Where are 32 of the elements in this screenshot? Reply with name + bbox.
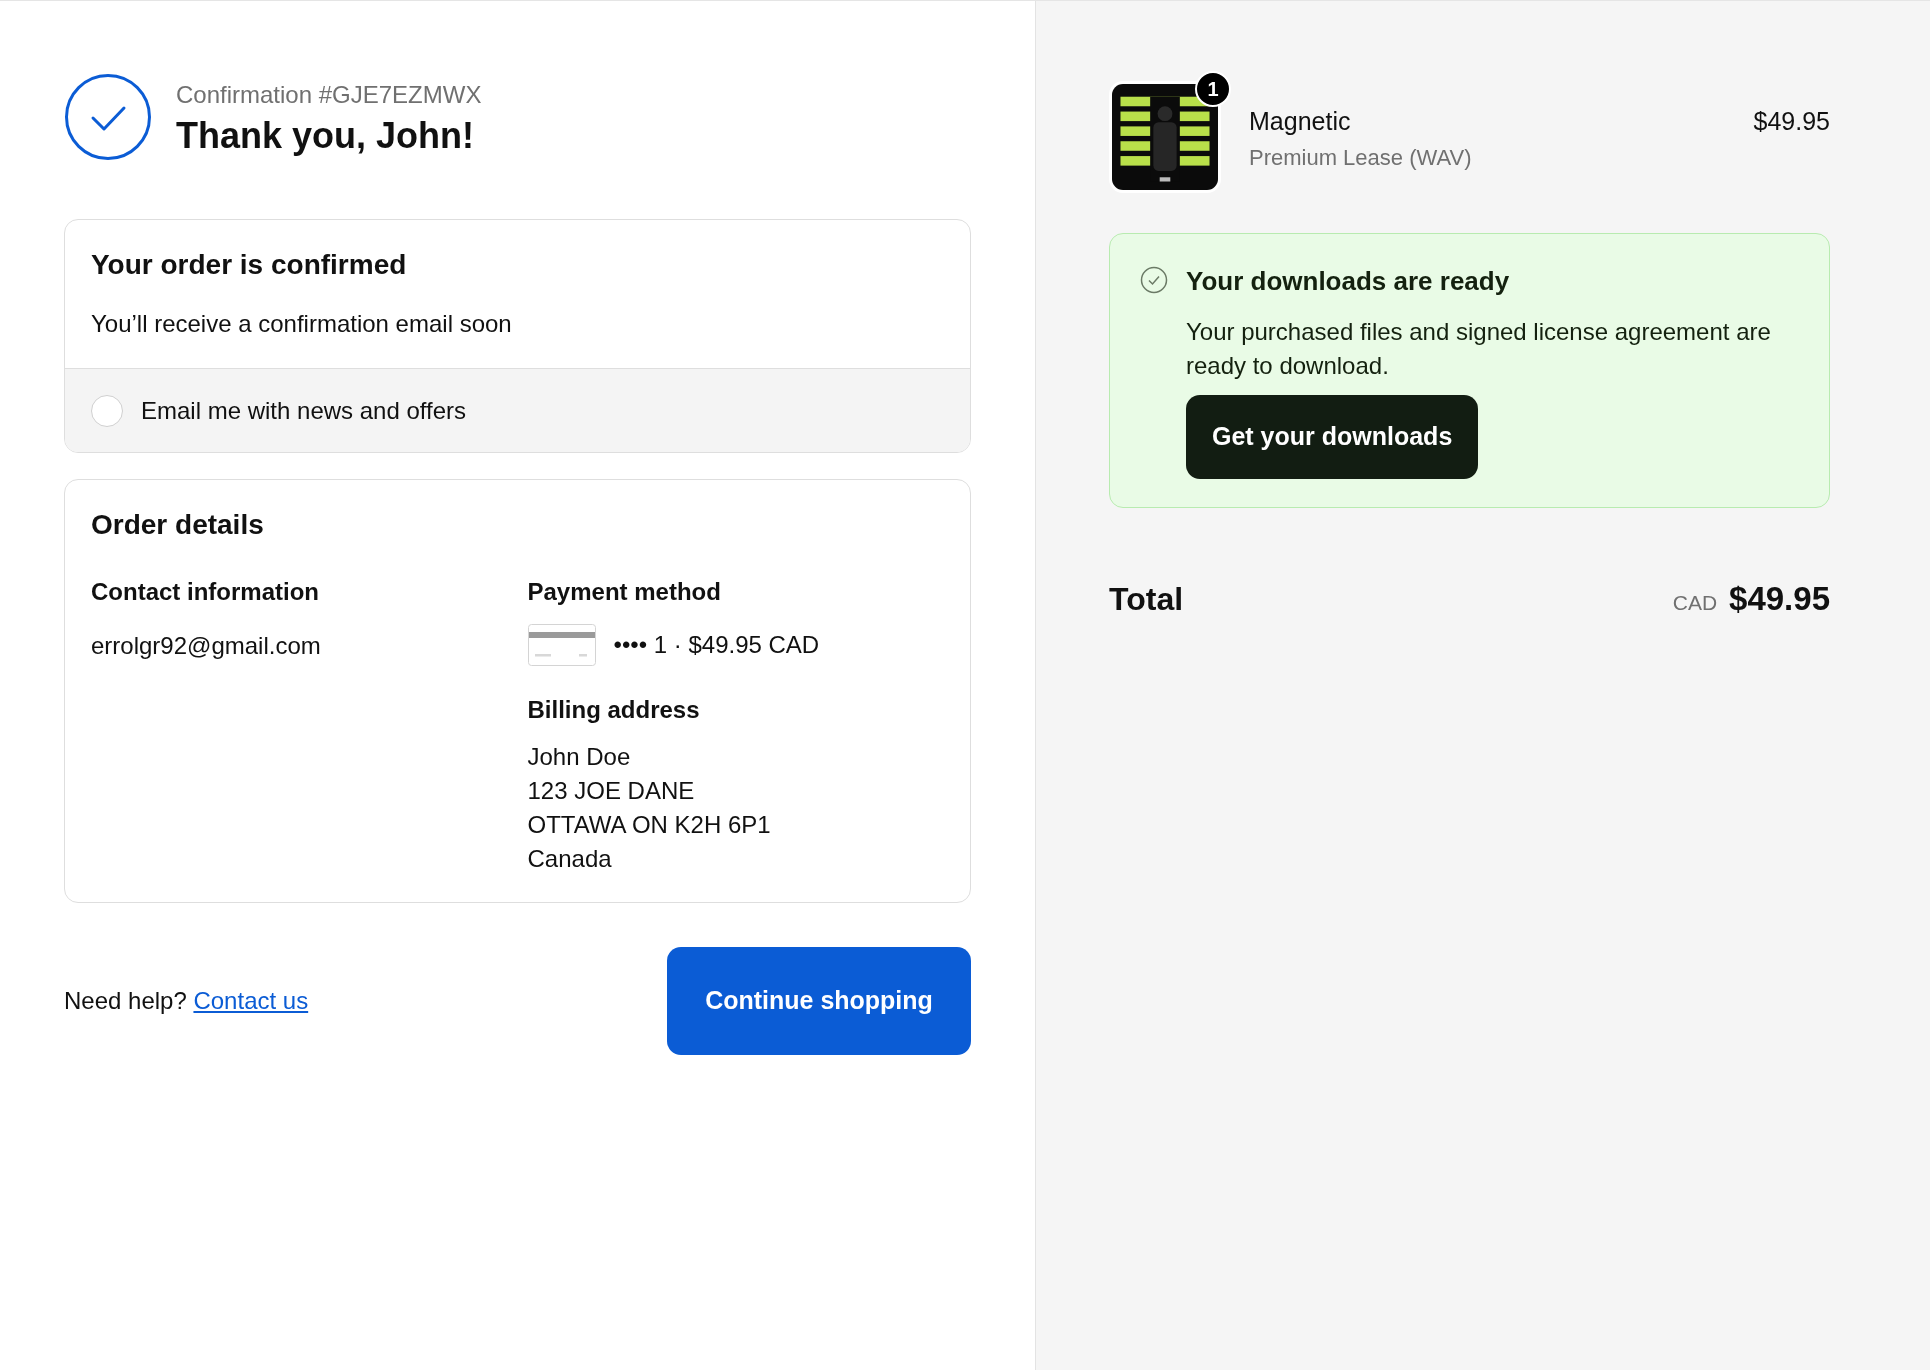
section-heading: Billing address [527, 695, 701, 725]
address-line: OTTAWA ON K2H 6P1 [527, 810, 772, 840]
help-text: Need help? [64, 987, 187, 1014]
contact-email: errolgr92@gmail.com [91, 631, 322, 661]
check-circle-icon [64, 73, 152, 161]
card-title: Your order is confirmed [91, 248, 408, 282]
quantity-badge: 1 [1195, 71, 1231, 107]
address-line: 123 JOE DANE [527, 776, 696, 806]
currency-code: CAD [1672, 590, 1718, 616]
newsletter-option[interactable]: Email me with news and offers [65, 368, 970, 452]
product-name: Magnetic [1249, 106, 1352, 137]
card-summary: •••• 1 · $49.95 CAD [613, 630, 820, 660]
page-title: Thank you, John! [176, 113, 475, 158]
status-message: You’ll receive a confirmation email soon [91, 309, 513, 339]
check-circle-icon [1140, 266, 1168, 294]
address-line: Canada [527, 844, 613, 874]
section-heading: Payment method [527, 577, 722, 607]
confirmation-number: Confirmation #GJE7EZMWX [176, 79, 482, 110]
product-variant: Premium Lease (WAV) [1249, 143, 1473, 172]
downloads-title: Your downloads are ready [1186, 265, 1511, 298]
contact-link[interactable]: Contact us [193, 987, 309, 1014]
credit-card-icon [527, 624, 596, 666]
section-heading: Contact information [91, 577, 320, 607]
product-price: $49.95 [1753, 106, 1830, 137]
card-title: Order details [91, 508, 265, 542]
total-amount: $49.95 [1729, 579, 1830, 619]
total-label: Total [1109, 580, 1184, 619]
get-downloads-button[interactable]: Get your downloads [1186, 395, 1479, 479]
checkbox[interactable] [91, 394, 123, 427]
downloads-message: Your purchased files and signed license agreement are ready to download. [1186, 317, 1772, 381]
continue-shopping-button[interactable]: Continue shopping [667, 947, 971, 1055]
address-line: John Doe [527, 742, 632, 772]
